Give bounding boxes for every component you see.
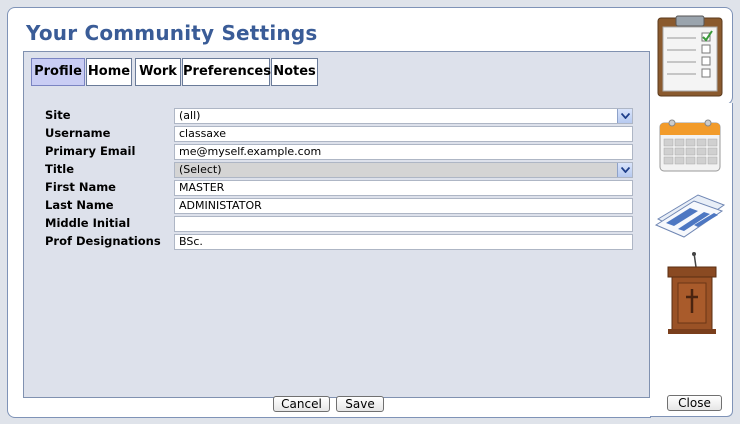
calendar-icon[interactable] <box>658 115 722 173</box>
site-label: Site <box>45 108 71 122</box>
dialog-title: Your Community Settings <box>26 21 318 45</box>
prof-designations-label: Prof Designations <box>45 234 161 248</box>
settings-dialog: Your Community Settings Profile Home Wor… <box>7 7 651 418</box>
first-name-label: First Name <box>45 180 116 194</box>
site-select-value: (all) <box>179 109 201 122</box>
settings-panel: Profile Home Work Preferences Notes Site… <box>23 51 650 398</box>
close-button[interactable]: Close <box>667 395 722 411</box>
first-name-field[interactable]: MASTER <box>174 180 633 196</box>
email-field[interactable]: me@myself.example.com <box>174 144 633 160</box>
sidebar: Close <box>650 7 733 417</box>
username-field[interactable]: classaxe <box>174 126 633 142</box>
middle-initial-label: Middle Initial <box>45 216 131 230</box>
newspaper-icon[interactable] <box>654 189 726 239</box>
chevron-down-icon[interactable] <box>617 109 632 123</box>
tab-preferences[interactable]: Preferences <box>182 58 271 86</box>
sidebar-panel <box>650 103 733 417</box>
email-label: Primary Email <box>45 144 136 158</box>
site-select[interactable]: (all) <box>174 108 633 124</box>
last-name-field[interactable]: ADMINISTATOR <box>174 198 633 214</box>
tab-profile[interactable]: Profile <box>31 58 85 86</box>
title-select-value: (Select) <box>179 163 222 176</box>
chevron-down-icon[interactable] <box>617 163 632 177</box>
save-button[interactable]: Save <box>336 396 384 412</box>
prof-designations-field[interactable]: BSc. <box>174 234 633 250</box>
tab-home[interactable]: Home <box>86 58 132 86</box>
pulpit-icon[interactable] <box>664 251 718 335</box>
username-label: Username <box>45 126 111 140</box>
sidebar-tab-profile[interactable] <box>650 7 733 105</box>
last-name-label: Last Name <box>45 198 114 212</box>
cancel-button[interactable]: Cancel <box>273 396 330 412</box>
middle-initial-field[interactable] <box>174 216 633 232</box>
tab-notes[interactable]: Notes <box>271 58 318 86</box>
clipboard-checklist-icon <box>657 15 723 97</box>
title-select[interactable]: (Select) <box>174 162 633 178</box>
tab-work[interactable]: Work <box>135 58 181 86</box>
title-label: Title <box>45 162 75 176</box>
